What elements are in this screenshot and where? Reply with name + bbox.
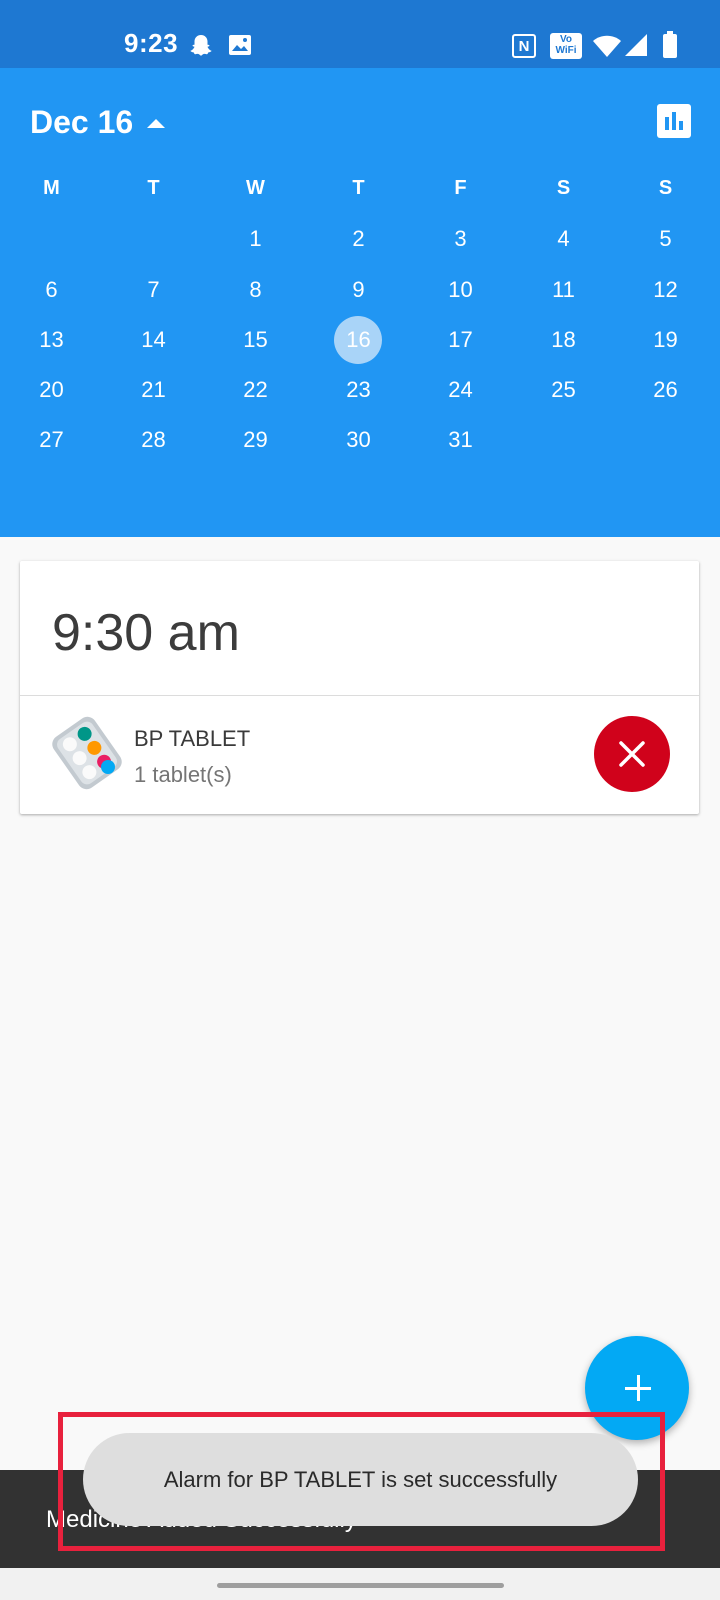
month-selector[interactable]: Dec 16 <box>30 104 166 141</box>
calendar-day[interactable]: 26 <box>614 365 717 415</box>
calendar-week: 20 21 22 23 24 25 26 <box>0 365 720 415</box>
battery-icon <box>663 31 677 58</box>
calendar-day[interactable]: 22 <box>204 365 307 415</box>
weekday-label: M <box>43 176 60 199</box>
close-icon <box>619 741 645 767</box>
status-time: 9:23 <box>124 28 179 58</box>
calendar-day[interactable]: 27 <box>0 415 103 465</box>
weekday-label: S <box>556 176 571 199</box>
dose-time: 9:30 am <box>52 604 240 662</box>
wifi-icon <box>593 35 621 57</box>
calendar-day[interactable]: 3 <box>409 214 512 264</box>
calendar-day[interactable]: 17 <box>409 315 512 365</box>
calendar-day[interactable]: 12 <box>614 265 717 315</box>
dose-card: 9:30 am BP TABLET 1 tablet(s) <box>20 561 699 814</box>
highlight-box <box>58 1412 665 1551</box>
snapchat-icon <box>190 35 212 56</box>
calendar-day[interactable]: 13 <box>0 315 103 365</box>
calendar-week: 6 7 8 9 10 11 12 <box>0 265 720 315</box>
medicine-name: BP TABLET <box>134 726 251 751</box>
signal-icon <box>625 34 647 56</box>
delete-medicine-button[interactable] <box>594 716 670 792</box>
calendar-day[interactable]: 5 <box>614 214 717 264</box>
medicine-row[interactable]: BP TABLET 1 tablet(s) <box>20 696 699 814</box>
calendar-day[interactable]: 1 <box>204 214 307 264</box>
caret-up-icon <box>147 119 166 128</box>
calendar-day[interactable]: 25 <box>512 365 615 415</box>
calendar-day[interactable]: 31 <box>409 415 512 465</box>
home-handle[interactable] <box>217 1583 504 1588</box>
calendar-day[interactable]: 9 <box>307 265 410 315</box>
calendar-day[interactable]: 20 <box>0 365 103 415</box>
calendar-header: Dec 16 M T W T F S S 1 2 3 4 5 6 7 8 9 1… <box>0 68 720 537</box>
calendar-day-selected[interactable]: 16 <box>307 315 410 365</box>
calendar-day[interactable]: 2 <box>307 214 410 264</box>
calendar-day[interactable]: 10 <box>409 265 512 315</box>
calendar-week: 27 28 29 30 31 <box>0 415 720 465</box>
weekday-header: M T W T F S S <box>0 163 720 213</box>
vowifi-icon: Vo WiFi <box>550 33 582 59</box>
weekday-label: T <box>352 176 365 199</box>
calendar-week: 1 2 3 4 5 <box>0 214 720 264</box>
weekday-label: F <box>454 176 467 199</box>
pill-blister-pack-icon <box>52 716 122 790</box>
calendar-day[interactable]: 30 <box>307 415 410 465</box>
status-bar: 9:23 N Vo WiFi <box>0 0 720 68</box>
calendar-day[interactable]: 11 <box>512 265 615 315</box>
gallery-icon <box>229 35 251 55</box>
calendar-day[interactable]: 29 <box>204 415 307 465</box>
calendar-day[interactable]: 6 <box>0 265 103 315</box>
calendar-day[interactable]: 23 <box>307 365 410 415</box>
calendar-day[interactable]: 18 <box>512 315 615 365</box>
calendar-day[interactable]: 4 <box>512 214 615 264</box>
calendar-day[interactable]: 8 <box>204 265 307 315</box>
weekday-label: S <box>658 176 673 199</box>
calendar-day[interactable]: 24 <box>409 365 512 415</box>
calendar-week: 13 14 15 16 17 18 19 <box>0 315 720 365</box>
medicine-dosage: 1 tablet(s) <box>134 762 232 787</box>
nfc-icon: N <box>512 34 536 58</box>
month-title: Dec 16 <box>30 104 134 140</box>
bar-chart-icon[interactable] <box>657 104 691 138</box>
calendar-day[interactable]: 21 <box>102 365 205 415</box>
calendar-day[interactable]: 7 <box>102 265 205 315</box>
calendar-day[interactable]: 15 <box>204 315 307 365</box>
calendar-day[interactable]: 14 <box>102 315 205 365</box>
weekday-label: W <box>246 176 265 199</box>
calendar-day[interactable]: 19 <box>614 315 717 365</box>
weekday-label: T <box>147 176 160 199</box>
calendar-day[interactable]: 28 <box>102 415 205 465</box>
navigation-bar <box>0 1568 720 1600</box>
